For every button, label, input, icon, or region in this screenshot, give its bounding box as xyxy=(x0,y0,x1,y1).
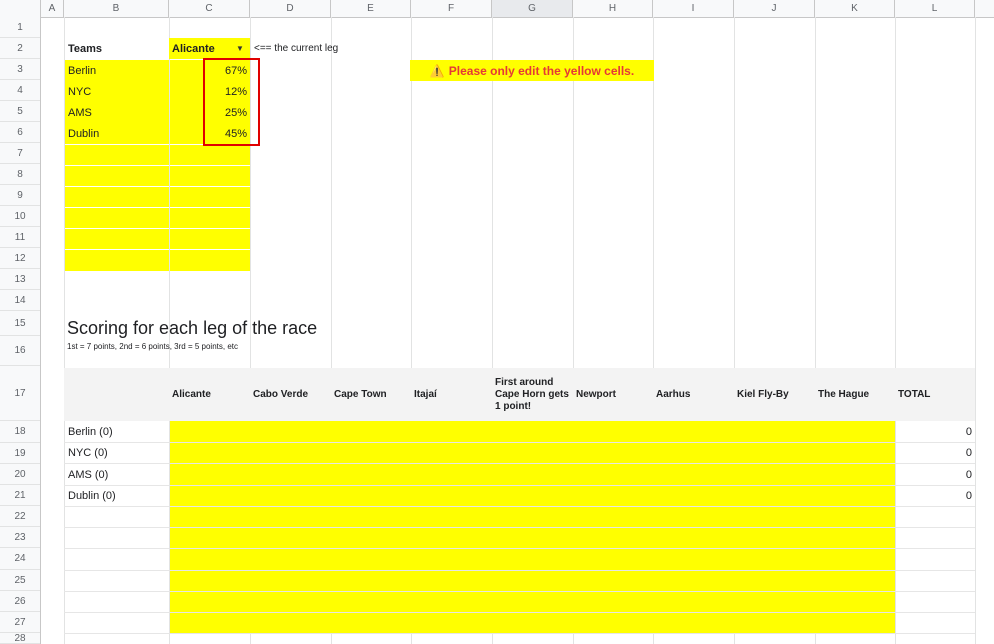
row-header[interactable]: 6 xyxy=(0,122,40,143)
leg-header: Alicante xyxy=(172,388,211,400)
row-header[interactable]: 7 xyxy=(0,143,40,164)
column-header-g[interactable]: G xyxy=(492,0,573,17)
team-name-cell[interactable]: AMS xyxy=(65,102,169,123)
total-header: TOTAL xyxy=(898,388,931,400)
empty-pct-cell[interactable] xyxy=(170,166,250,186)
column-header-c[interactable]: C xyxy=(169,0,250,17)
row-header[interactable]: 24 xyxy=(0,548,40,570)
scoring-subtitle: 1st = 7 points, 2nd = 6 points, 3rd = 5 … xyxy=(67,342,238,351)
empty-team-cell[interactable] xyxy=(65,166,169,186)
row-header[interactable]: 15 xyxy=(0,311,40,336)
teams-header: Teams xyxy=(68,42,103,55)
empty-pct-cell[interactable] xyxy=(170,187,250,207)
row-header[interactable]: 12 xyxy=(0,248,40,269)
row-header[interactable]: 1 xyxy=(0,17,40,38)
column-header-i[interactable]: I xyxy=(653,0,734,17)
current-leg-note: <== the current leg xyxy=(254,43,339,54)
select-all-corner[interactable] xyxy=(0,0,41,17)
row-header[interactable]: 19 xyxy=(0,443,40,464)
empty-team-cell[interactable] xyxy=(65,250,169,271)
score-total: 0 xyxy=(965,489,972,502)
scoring-title: Scoring for each leg of the race xyxy=(67,318,318,338)
dropdown-arrow-icon[interactable]: ▼ xyxy=(236,44,244,53)
column-header-j[interactable]: J xyxy=(734,0,815,17)
empty-team-cell[interactable] xyxy=(65,229,169,249)
row-header[interactable]: 8 xyxy=(0,164,40,185)
score-total: 0 xyxy=(965,446,972,459)
leg-header: Itajaí xyxy=(414,388,437,400)
score-team-name: NYC (0) xyxy=(68,446,108,459)
score-team-name: Berlin (0) xyxy=(68,425,113,438)
row-header[interactable]: 21 xyxy=(0,485,40,506)
score-team-name: AMS (0) xyxy=(68,468,109,481)
row-header[interactable]: 22 xyxy=(0,506,40,527)
row-header[interactable]: 2 xyxy=(0,38,40,59)
row-header[interactable]: 26 xyxy=(0,591,40,612)
row-header[interactable]: 9 xyxy=(0,185,40,206)
warning-icon: ⚠️ xyxy=(429,63,445,78)
leg-header: Aarhus xyxy=(656,388,691,400)
empty-team-cell[interactable] xyxy=(65,187,169,207)
row-header[interactable]: 25 xyxy=(0,570,40,591)
column-header-f[interactable]: F xyxy=(411,0,492,17)
leg-header: Newport xyxy=(576,388,616,400)
column-header-b[interactable]: B xyxy=(64,0,169,17)
row-header[interactable]: 10 xyxy=(0,206,40,227)
row-header[interactable]: 20 xyxy=(0,464,40,485)
column-header-d[interactable]: D xyxy=(250,0,331,17)
column-header-l[interactable]: L xyxy=(895,0,975,17)
leg-header: Cabo Verde xyxy=(253,388,309,400)
empty-team-cell[interactable] xyxy=(65,145,169,165)
score-total: 0 xyxy=(965,425,972,438)
leg-header: First around Cape Horn gets 1 point! xyxy=(495,376,569,412)
empty-pct-cell[interactable] xyxy=(170,229,250,249)
row-header[interactable]: 23 xyxy=(0,527,40,548)
row-header[interactable]: 5 xyxy=(0,101,40,122)
score-total: 0 xyxy=(965,468,972,481)
leg-header: Kiel Fly-By xyxy=(737,388,789,400)
warning-banner: ⚠️ Please only edit the yellow cells. xyxy=(410,60,654,81)
row-header-bar: 1 2 3 4 5 6 7 8 9 10 11 12 13 14 15 16 1… xyxy=(0,17,41,644)
row-header[interactable]: 27 xyxy=(0,612,40,633)
warning-text: Please only edit the yellow cells. xyxy=(448,63,635,78)
team-name-cell[interactable]: Dublin xyxy=(65,123,169,144)
empty-pct-cell[interactable] xyxy=(170,145,250,165)
score-team-name: Dublin (0) xyxy=(68,489,116,502)
row-header[interactable]: 3 xyxy=(0,59,40,80)
row-header[interactable]: 13 xyxy=(0,269,40,290)
row-header[interactable]: 16 xyxy=(0,336,40,366)
empty-pct-cell[interactable] xyxy=(170,250,250,271)
leg-header: The Hague xyxy=(818,388,870,400)
empty-team-cell[interactable] xyxy=(65,208,169,228)
column-header-e[interactable]: E xyxy=(331,0,411,17)
column-header-a[interactable]: A xyxy=(41,0,64,17)
highlight-box xyxy=(203,58,260,146)
column-header-h[interactable]: H xyxy=(573,0,653,17)
row-header[interactable]: 18 xyxy=(0,421,40,443)
leg-header: Cape Town xyxy=(334,388,387,400)
row-header[interactable]: 11 xyxy=(0,227,40,248)
team-name-cell[interactable]: Berlin xyxy=(65,60,169,81)
row-header[interactable]: 14 xyxy=(0,290,40,311)
row-header[interactable]: 17 xyxy=(0,366,40,421)
column-header-bar: A B C D E F G H I J K L xyxy=(0,0,994,18)
team-name-cell[interactable]: NYC xyxy=(65,81,169,102)
row-header[interactable]: 28 xyxy=(0,633,40,644)
empty-pct-cell[interactable] xyxy=(170,208,250,228)
column-header-k[interactable]: K xyxy=(815,0,895,17)
row-header[interactable]: 4 xyxy=(0,80,40,101)
